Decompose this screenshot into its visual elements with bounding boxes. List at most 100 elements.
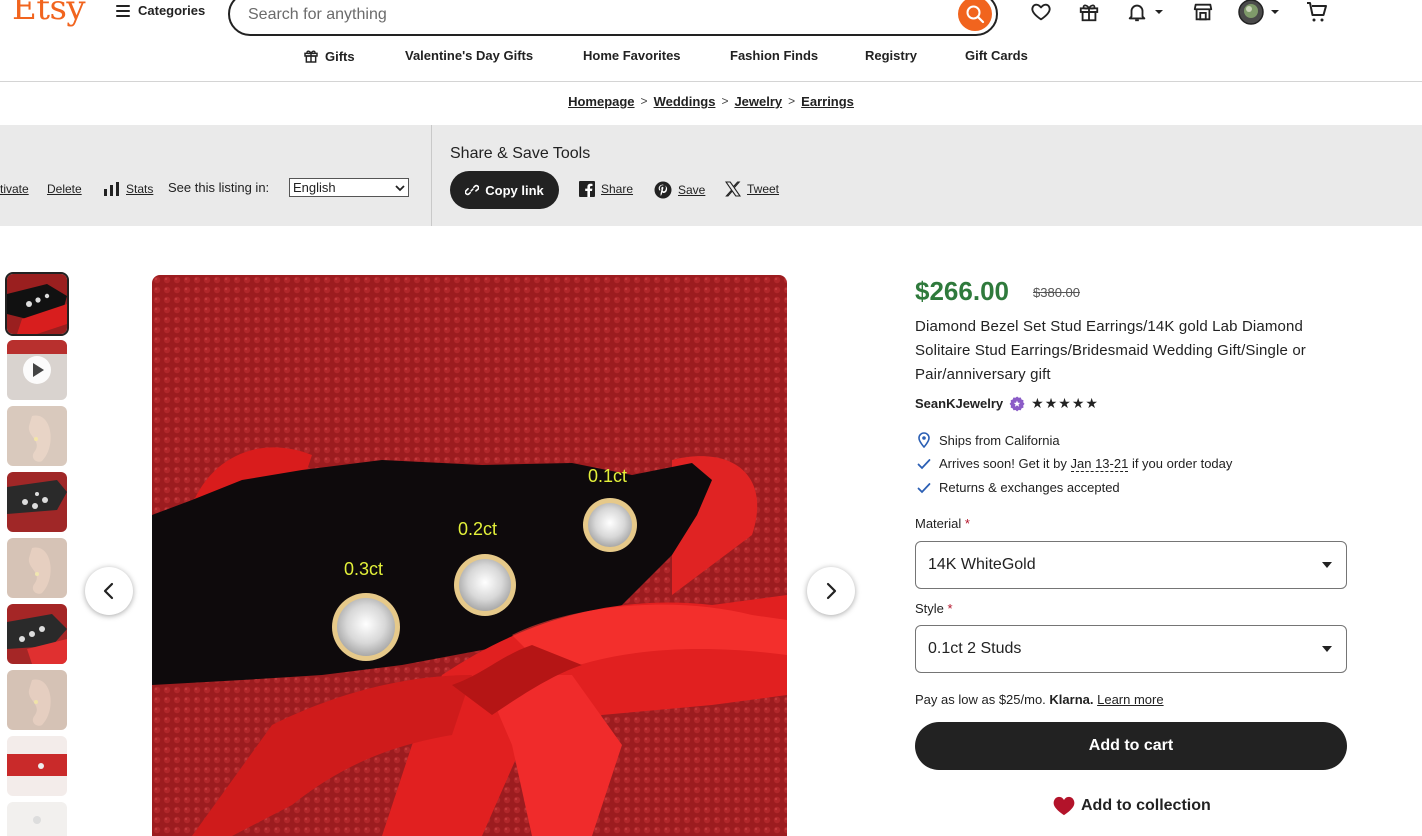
sale-price: $266.00	[915, 276, 1009, 306]
material-select[interactable]: 14K WhiteGold	[915, 541, 1347, 589]
pinterest-icon	[654, 181, 672, 199]
style-label: Style *	[915, 601, 953, 616]
chevron-left-icon	[103, 582, 114, 600]
thumbnail-3[interactable]	[7, 406, 67, 466]
categories-label: Categories	[138, 3, 206, 18]
ships-from-text: Ships from California	[939, 432, 1060, 448]
thumbnail-7[interactable]	[7, 670, 67, 730]
returns-text: Returns & exchanges accepted	[939, 480, 1120, 495]
main-product-image[interactable]: 0.3ct 0.2ct 0.1ct	[152, 275, 787, 836]
deactivate-link[interactable]: tivate	[0, 182, 29, 196]
caret-down-icon	[1322, 562, 1332, 568]
notifications-button[interactable]	[1126, 0, 1164, 24]
heart-icon	[1053, 796, 1075, 816]
returns-info: Returns & exchanges accepted	[917, 480, 1120, 495]
add-to-collection-label: Add to collection	[1081, 797, 1211, 814]
thumbnail-image	[7, 736, 67, 796]
nav-item-gift-cards[interactable]: Gift Cards	[965, 48, 1028, 63]
style-select[interactable]: 0.1ct 2 Studs	[915, 625, 1347, 673]
category-nav: Gifts Valentine's Day Gifts Home Favorit…	[0, 48, 1422, 68]
stats-link[interactable]: Stats	[104, 182, 153, 196]
nav-item-fashion-finds[interactable]: Fashion Finds	[730, 48, 818, 63]
share-label: Share	[601, 182, 634, 196]
shop-info: SeanKJewelry ★★★★★	[915, 395, 1099, 412]
etsy-logo[interactable]: Etsy	[12, 0, 86, 28]
thumbnail-8[interactable]	[7, 736, 67, 796]
save-label: Save	[678, 183, 706, 197]
chevron-down-icon	[1271, 10, 1279, 14]
breadcrumb-earrings[interactable]: Earrings	[801, 94, 854, 109]
gift-icon	[304, 50, 318, 63]
klarna-text: Pay as low as $25/mo.	[915, 692, 1050, 707]
shop-name-link[interactable]: SeanKJewelry	[915, 396, 1003, 411]
breadcrumb: Homepage > Weddings > Jewelry > Earrings	[0, 94, 1422, 109]
account-button[interactable]	[1238, 0, 1280, 25]
arrives-suffix: if you order today	[1128, 456, 1233, 471]
thumbnail-5[interactable]	[7, 538, 67, 598]
language-select[interactable]: English	[289, 178, 409, 197]
tweet-label: Tweet	[747, 182, 780, 196]
arrival-dates[interactable]: Jan 13-21	[1070, 456, 1129, 472]
shop-manager-button[interactable]	[1192, 0, 1214, 24]
thumbnail-image	[7, 604, 67, 664]
stats-label: Stats	[126, 182, 154, 196]
thumbnail-image	[7, 472, 67, 532]
thumbnail-image	[7, 538, 67, 598]
facebook-icon	[579, 181, 595, 197]
star-seller-badge-icon	[1009, 395, 1025, 411]
nav-item-registry[interactable]: Registry	[865, 48, 917, 63]
product-title: Diamond Bezel Set Stud Earrings/14K gold…	[915, 318, 1306, 383]
previous-image-button[interactable]	[85, 567, 133, 615]
chevron-right-icon: >	[640, 94, 648, 108]
carat-label-1: 0.3ct	[344, 559, 383, 579]
link-icon	[465, 184, 480, 196]
breadcrumb-homepage[interactable]: Homepage	[568, 94, 634, 109]
add-to-cart-button[interactable]: Add to cart	[915, 722, 1347, 770]
carat-label-2: 0.2ct	[458, 519, 497, 539]
x-twitter-icon	[725, 181, 741, 197]
breadcrumb-weddings[interactable]: Weddings	[654, 94, 716, 109]
material-label: Material *	[915, 516, 970, 531]
breadcrumb-jewelry[interactable]: Jewelry	[734, 94, 782, 109]
pinterest-save-link[interactable]: Save	[654, 181, 705, 199]
thumbnail-4[interactable]	[7, 472, 67, 532]
checkmark-icon	[917, 458, 931, 469]
thumbnail-6[interactable]	[7, 604, 67, 664]
thumbnail-image	[7, 406, 67, 466]
delete-link[interactable]: Delete	[47, 182, 82, 196]
gift-icon	[1079, 4, 1099, 22]
search-input[interactable]	[248, 4, 928, 26]
rating-stars[interactable]: ★★★★★	[1031, 395, 1099, 412]
thumbnail-image	[7, 802, 67, 836]
search-button[interactable]	[958, 0, 992, 31]
required-mark: *	[947, 601, 953, 616]
klarna-financing: Pay as low as $25/mo. Klarna. Learn more	[915, 692, 1164, 707]
location-pin-icon	[918, 432, 930, 448]
site-header: Etsy Categories Gifts Valentine's Day Gi…	[0, 0, 1422, 82]
carat-label-3: 0.1ct	[588, 466, 627, 486]
copy-link-button[interactable]: Copy link	[450, 171, 559, 209]
divider	[431, 125, 432, 226]
chevron-right-icon: >	[721, 94, 729, 108]
learn-more-link[interactable]: Learn more	[1097, 692, 1163, 707]
nav-item-gifts[interactable]: Gifts	[303, 48, 355, 64]
cart-icon	[1307, 2, 1327, 22]
cart-button[interactable]	[1305, 0, 1329, 24]
nav-item-home-favorites[interactable]: Home Favorites	[583, 48, 681, 63]
gift-mode-button[interactable]	[1078, 0, 1100, 24]
next-image-button[interactable]	[807, 567, 855, 615]
thumbnail-video[interactable]	[7, 340, 67, 400]
thumbnail-image	[7, 274, 67, 334]
arrives-prefix: Arrives soon! Get it by	[939, 456, 1071, 471]
thumbnail-9[interactable]	[7, 802, 67, 836]
add-to-collection-button[interactable]: Add to collection	[1053, 796, 1211, 816]
copy-link-label: Copy link	[485, 182, 544, 198]
avatar-icon	[1238, 0, 1264, 25]
style-value: 0.1ct 2 Studs	[928, 640, 1022, 657]
favorites-button[interactable]	[1030, 0, 1052, 24]
facebook-share-link[interactable]: Share	[579, 181, 633, 197]
categories-button[interactable]: Categories	[116, 3, 205, 18]
nav-item-valentines[interactable]: Valentine's Day Gifts	[405, 48, 533, 63]
thumbnail-1[interactable]	[5, 272, 69, 336]
tweet-link[interactable]: Tweet	[725, 181, 779, 197]
